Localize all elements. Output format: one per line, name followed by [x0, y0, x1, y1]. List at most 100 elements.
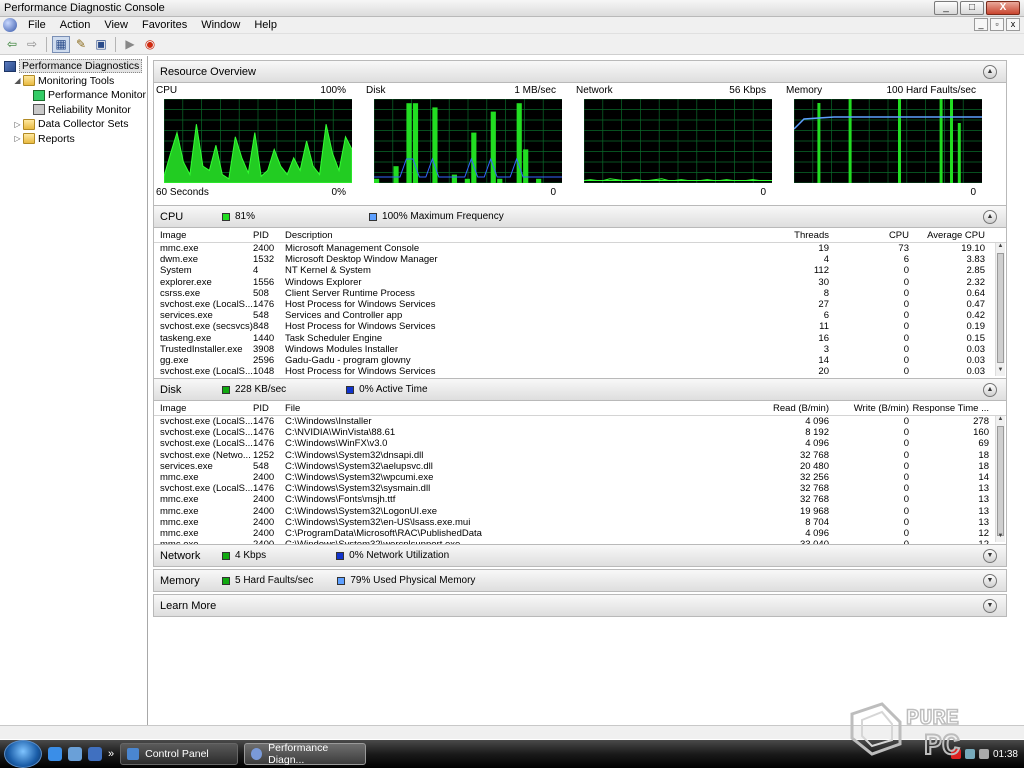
- memory-section-header[interactable]: Memory 5 Hard Faults/sec 79% Used Physic…: [153, 569, 1007, 592]
- app-icon[interactable]: [3, 18, 17, 32]
- network-icon[interactable]: [964, 749, 975, 759]
- table-row[interactable]: TrustedInstaller.exe 3908 Windows Modules …: [154, 344, 1006, 355]
- security-alert-icon[interactable]: [950, 749, 961, 759]
- column-header-desc[interactable]: Description: [285, 230, 725, 241]
- scroll-up-icon[interactable]: ▲: [996, 416, 1005, 425]
- column-header-cpu[interactable]: CPU: [829, 230, 909, 241]
- table-row[interactable]: mmc.exe 2400 Microsoft Management Console 1…: [154, 243, 1006, 254]
- start-icon[interactable]: ▶: [121, 36, 139, 53]
- table-row[interactable]: services.exe 548 Services and Controller a…: [154, 310, 1006, 321]
- table-row[interactable]: svchost.exe (LocalS... 1476 Host Process f…: [154, 299, 1006, 310]
- tree-expander-icon[interactable]: ▷: [13, 120, 22, 129]
- expand-down-icon[interactable]: ▼: [983, 599, 997, 613]
- table-row[interactable]: svchost.exe (Netwo... 1252 C:\Windows\Syst…: [154, 450, 1006, 461]
- cell-desc: Host Process for Windows Services: [285, 366, 436, 378]
- close-button[interactable]: X: [986, 1, 1020, 15]
- table-row[interactable]: mmc.exe 2400 C:\Windows\Fonts\msjh.ttf 32 7…: [154, 494, 1006, 505]
- menu-window[interactable]: Window: [194, 19, 247, 31]
- tree-expander-icon[interactable]: ◢: [13, 76, 22, 85]
- quick-launch-more[interactable]: »: [108, 748, 114, 760]
- tree-item[interactable]: ▷ Data Collector Sets: [0, 117, 147, 132]
- vertical-scrollbar[interactable]: ▲ ▼: [995, 243, 1005, 376]
- menu-file[interactable]: File: [21, 19, 53, 31]
- properties-icon[interactable]: ✎: [72, 36, 90, 53]
- table-row[interactable]: mmc.exe 2400 C:\Windows\System32\LogonUI.e…: [154, 506, 1006, 517]
- table-row[interactable]: svchost.exe (LocalS... 1476 C:\Windows\Sys…: [154, 483, 1006, 494]
- table-row[interactable]: explorer.exe 1556 Windows Explorer 30 0 2.32: [154, 277, 1006, 288]
- tree-item[interactable]: Performance Monitor: [0, 88, 147, 103]
- scroll-thumb[interactable]: [997, 426, 1004, 536]
- expand-down-icon[interactable]: ▼: [983, 549, 997, 563]
- mdi-restore-button[interactable]: ▫: [990, 18, 1004, 31]
- table-row[interactable]: svchost.exe (LocalS... 1476 C:\Windows\Ins…: [154, 416, 1006, 427]
- mdi-minimize-button[interactable]: _: [974, 18, 988, 31]
- scroll-up-icon[interactable]: ▲: [996, 243, 1005, 252]
- show-desktop-icon[interactable]: [68, 747, 82, 761]
- collapse-up-icon[interactable]: ▲: [983, 383, 997, 397]
- tree-item[interactable]: Reliability Monitor: [0, 103, 147, 118]
- table-row[interactable]: mmc.exe 2400 C:\Windows\System32\en-US\lsa…: [154, 517, 1006, 528]
- collapse-up-icon[interactable]: ▲: [983, 65, 997, 79]
- help-icon[interactable]: ▣: [92, 36, 110, 53]
- table-row[interactable]: csrss.exe 508 Client Server Runtime Proces…: [154, 288, 1006, 299]
- column-header-pid[interactable]: PID: [253, 230, 285, 241]
- column-header-avg[interactable]: Average CPU: [909, 230, 985, 241]
- column-header-resp[interactable]: Response Time ...: [909, 403, 989, 414]
- cell-resp: 160: [973, 427, 989, 439]
- cell-read: 8 704: [805, 516, 829, 528]
- vertical-scrollbar[interactable]: ▲ ▼: [995, 416, 1005, 542]
- column-header-file[interactable]: File: [285, 403, 685, 414]
- table-row[interactable]: System 4 NT Kernel & System 112 0 2.85: [154, 265, 1006, 276]
- scroll-down-icon[interactable]: ▼: [996, 533, 1005, 542]
- table-row[interactable]: gg.exe 2596 Gadu-Gadu - program glowny 14 0 0…: [154, 355, 1006, 366]
- show-hide-console-tree-icon[interactable]: ▦: [52, 35, 70, 53]
- tree-item[interactable]: ◢ Monitoring Tools: [0, 74, 147, 89]
- taskbar-button-control-panel[interactable]: Control Panel: [120, 743, 239, 765]
- table-row[interactable]: svchost.exe (LocalS... 1476 C:\Windows\Win…: [154, 438, 1006, 449]
- network-section-header[interactable]: Network 4 Kbps 0% Network Utilization ▼: [153, 544, 1007, 567]
- resource-overview-header[interactable]: Resource Overview ▲: [153, 60, 1007, 83]
- cpu-section-header[interactable]: CPU 81% 100% Maximum Frequency ▲: [153, 205, 1007, 228]
- back-arrow-icon[interactable]: ⇦: [3, 36, 21, 53]
- minimize-button[interactable]: _: [934, 1, 958, 15]
- column-header-threads[interactable]: Threads: [725, 230, 829, 241]
- column-header-pid[interactable]: PID: [253, 403, 285, 414]
- disk-section-title: Disk: [160, 383, 182, 396]
- table-row[interactable]: mmc.exe 2400 C:\Windows\System32\wpcumi.ex…: [154, 472, 1006, 483]
- tree-item[interactable]: ▷ Reports: [0, 132, 147, 147]
- forward-arrow-icon[interactable]: ⇨: [23, 36, 41, 53]
- menu-action[interactable]: Action: [53, 19, 98, 31]
- table-row[interactable]: svchost.exe (secsvcs) 848 Host Process for…: [154, 321, 1006, 332]
- menu-help[interactable]: Help: [247, 19, 284, 31]
- learn-more-header[interactable]: Learn More ▼: [153, 594, 1007, 617]
- switch-windows-icon[interactable]: [88, 747, 102, 761]
- tree-item[interactable]: Performance Diagnostics: [0, 59, 147, 74]
- collapse-up-icon[interactable]: ▲: [983, 210, 997, 224]
- scroll-down-icon[interactable]: ▼: [996, 367, 1005, 376]
- table-row[interactable]: mmc.exe 2400 C:\ProgramData\Microsoft\RAC\…: [154, 528, 1006, 539]
- tree-expander-icon[interactable]: ▷: [13, 134, 22, 143]
- clock[interactable]: 01:38: [993, 749, 1018, 760]
- taskbar-button-performance[interactable]: Performance Diagn...: [244, 742, 367, 766]
- disk-trace-bar: [393, 166, 399, 183]
- table-row[interactable]: svchost.exe (LocalS... 1476 C:\NVIDIA\WinV…: [154, 427, 1006, 438]
- table-row[interactable]: services.exe 548 C:\Windows\System32\aelup…: [154, 461, 1006, 472]
- column-header-image[interactable]: Image: [160, 403, 253, 414]
- table-row[interactable]: dwm.exe 1532 Microsoft Desktop Window Mana…: [154, 254, 1006, 265]
- table-row[interactable]: taskeng.exe 1440 Task Scheduler Engine 16 0 0…: [154, 333, 1006, 344]
- internet-explorer-icon[interactable]: [48, 747, 62, 761]
- maximize-button[interactable]: □: [960, 1, 984, 15]
- column-header-write[interactable]: Write (B/min): [829, 403, 909, 414]
- table-row[interactable]: svchost.exe (LocalS... 1048 Host Process f…: [154, 366, 1006, 377]
- column-header-read[interactable]: Read (B/min): [685, 403, 829, 414]
- disk-section-header[interactable]: Disk 228 KB/sec 0% Active Time ▲: [153, 378, 1007, 401]
- expand-down-icon[interactable]: ▼: [983, 574, 997, 588]
- volume-icon[interactable]: [978, 749, 989, 759]
- menu-view[interactable]: View: [97, 19, 135, 31]
- scroll-thumb[interactable]: [997, 253, 1004, 363]
- stop-icon[interactable]: ◉: [141, 36, 159, 53]
- menu-favorites[interactable]: Favorites: [135, 19, 194, 31]
- column-header-image[interactable]: Image: [160, 230, 253, 241]
- start-button[interactable]: [4, 740, 42, 768]
- mdi-close-button[interactable]: x: [1006, 18, 1020, 31]
